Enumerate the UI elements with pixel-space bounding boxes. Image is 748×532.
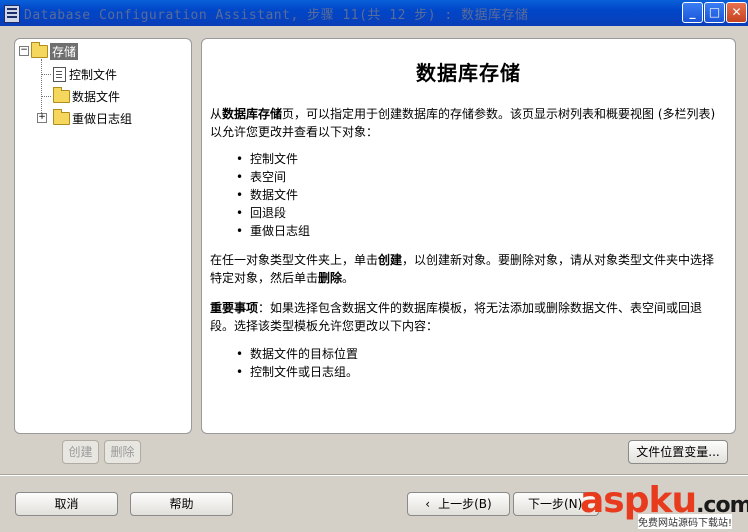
window-title: Database Configuration Assistant, 步骤 11(…	[24, 8, 529, 23]
list-item: 数据文件	[236, 186, 310, 204]
list-item: 控制文件	[236, 150, 310, 168]
file-location-variables-button[interactable]: 文件位置变量...	[628, 440, 728, 464]
tree-connector	[41, 74, 51, 75]
folder-icon	[53, 108, 70, 125]
help-button[interactable]: 帮助	[130, 492, 233, 516]
intro-text: 页，可以指定用于创建数据库的存储参数。该页显示树列表和概要视图 (多栏列表)	[282, 107, 716, 121]
title-bar: Database Configuration Assistant, 步骤 11(…	[0, 0, 748, 26]
help-content: 数据库存储 从数据库存储页，可以指定用于创建数据库的存储参数。该页显示树列表和概…	[201, 38, 736, 434]
control-file-icon	[53, 66, 66, 82]
tree-connector	[41, 96, 51, 97]
important-label: 重要事项	[210, 301, 259, 315]
maximize-button[interactable]: □	[704, 2, 725, 23]
tree-item-storage[interactable]: − 存储	[19, 41, 79, 60]
create-text: 在任一对象类型文件夹上，单击	[210, 253, 379, 267]
create-text: 特定对象，然后单击	[210, 271, 319, 285]
tree-item-control-files[interactable]: 控制文件	[53, 65, 117, 83]
delete-emphasis: 删除	[318, 271, 343, 285]
minimize-button[interactable]: _	[682, 2, 703, 23]
list-item: 表空间	[236, 168, 310, 186]
intro-prefix: 从	[210, 107, 223, 121]
tree-item-label: 存储	[50, 42, 79, 60]
watermark-subtitle: 免费网站源码下载站!	[638, 514, 733, 529]
important-text: ：如果选择包含数据文件的数据库模板，将无法添加或删除数据文件、表空间或回退	[258, 301, 703, 315]
intro-text-line2: 以允许您更改并查看以下对象：	[210, 125, 379, 139]
divider	[0, 474, 748, 476]
create-text: 。	[342, 271, 355, 285]
collapse-icon[interactable]: −	[19, 46, 29, 56]
tree-item-label: 控制文件	[69, 67, 118, 82]
list-item: 控制文件或日志组。	[236, 363, 358, 381]
create-button[interactable]: 创建	[62, 440, 99, 464]
intro-emphasis: 数据库存储	[222, 107, 283, 121]
list-item: 数据文件的目标位置	[236, 345, 358, 363]
cancel-button[interactable]: 取消	[15, 492, 118, 516]
tree-item-label: 数据文件	[72, 89, 121, 104]
list-item: 重做日志组	[236, 222, 310, 240]
create-text: ，以创建新对象。要删除对象，请从对象类型文件夹中选择	[402, 253, 715, 267]
create-emphasis: 创建	[378, 253, 403, 267]
important-text: 段。选择该类型模板允许您更改以下内容：	[210, 319, 439, 333]
watermark-logo: aspku.com 免费网站源码下载站!	[580, 480, 748, 532]
back-button[interactable]: ‹ 上一步(B)	[407, 492, 510, 516]
app-icon	[4, 5, 20, 23]
folder-icon	[31, 41, 48, 58]
tree-item-label: 重做日志组	[72, 111, 133, 126]
back-arrow-icon: ‹	[425, 497, 431, 511]
next-button-label: 下一步(N)	[528, 497, 583, 511]
create-delete-paragraph: 在任一对象类型文件夹上，单击创建，以创建新对象。要删除对象，请从对象类型文件夹中…	[210, 251, 720, 287]
important-paragraph: 重要事项：如果选择包含数据文件的数据库模板，将无法添加或删除数据文件、表空间或回…	[210, 299, 720, 335]
list-item: 回退段	[236, 204, 310, 222]
page-title: 数据库存储	[416, 61, 521, 85]
tree-item-redo-log-groups[interactable]: + 重做日志组	[37, 108, 133, 127]
close-button[interactable]: ✕	[726, 2, 747, 23]
back-button-label: 上一步(B)	[438, 497, 492, 511]
intro-paragraph: 从数据库存储页，可以指定用于创建数据库的存储参数。该页显示树列表和概要视图 (多…	[210, 105, 720, 141]
expand-icon[interactable]: +	[37, 113, 47, 123]
allowed-changes-list: 数据文件的目标位置 控制文件或日志组。	[236, 345, 358, 381]
delete-button[interactable]: 删除	[104, 440, 141, 464]
folder-icon	[53, 86, 70, 103]
object-list: 控制文件 表空间 数据文件 回退段 重做日志组	[236, 150, 310, 240]
tree-item-data-files[interactable]: 数据文件	[53, 86, 121, 105]
storage-tree[interactable]: − 存储 控制文件 数据文件 + 重做日志组	[14, 38, 192, 434]
